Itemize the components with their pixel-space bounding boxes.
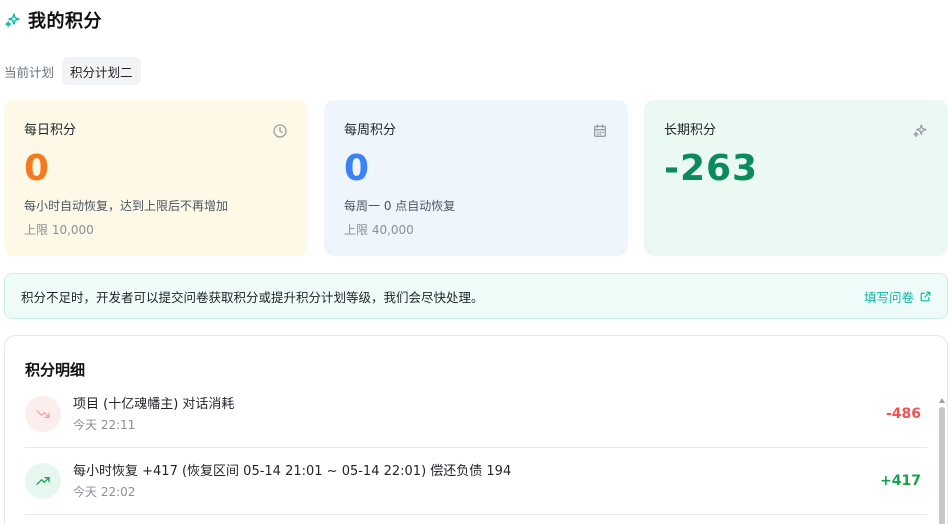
list-item: 每小时恢复 +417 (恢复区间 05-14 21:01 ~ 05-14 22:…: [25, 448, 927, 515]
daily-points-card: 每日积分 0 每小时自动恢复，达到上限后不再增加 上限 10,000: [4, 100, 308, 256]
notice-text: 积分不足时，开发者可以提交问卷获取积分或提升积分计划等级，我们会尽快处理。: [21, 289, 484, 305]
current-plan: 当前计划 积分计划二: [4, 57, 141, 85]
row-description: 项目 (十亿魂幡主) 对话消耗: [73, 396, 235, 412]
weekly-points-desc: 每周一 0 点自动恢复: [344, 199, 456, 213]
scroll-thumb[interactable]: [939, 407, 945, 524]
trend-down-icon: [25, 396, 61, 432]
long-term-points-title: 长期积分: [664, 123, 717, 138]
weekly-points-title: 每周积分: [344, 123, 397, 138]
row-amount: -486: [885, 406, 921, 422]
trend-up-icon: [25, 463, 61, 499]
long-term-points-value: -263: [664, 148, 759, 189]
fill-survey-link[interactable]: 填写问卷: [864, 287, 932, 306]
calendar-icon: [594, 124, 606, 137]
row-description: 每小时恢复 +417 (恢复区间 05-14 21:01 ~ 05-14 22:…: [73, 463, 512, 479]
scrollbar[interactable]: [939, 398, 945, 524]
daily-points-desc: 每小时自动恢复，达到上限后不再增加: [24, 199, 229, 213]
row-amount: +417: [880, 473, 921, 489]
notice-banner: 积分不足时，开发者可以提交问卷获取积分或提升积分计划等级，我们会尽快处理。 填写…: [4, 273, 948, 319]
row-time: 今天 22:11: [73, 417, 136, 432]
page-header: 我的积分: [4, 7, 102, 33]
daily-points-limit: 上限 10,000: [24, 223, 94, 237]
points-detail-panel: 积分明细 项目 (十亿魂幡主) 对话消耗 今天 22:11 -486 每小时恢复…: [4, 335, 948, 524]
list-item: 项目 (十亿魂幡主) 对话消耗 今天 22:11 -486: [25, 381, 927, 448]
weekly-points-limit: 上限 40,000: [344, 223, 414, 237]
page-title: 我的积分: [28, 11, 102, 32]
fill-survey-label: 填写问卷: [863, 289, 914, 305]
weekly-points-card: 每周积分 0 每周一 0 点自动恢复 上限 40,000: [324, 100, 628, 256]
scroll-up-arrow-icon[interactable]: [939, 398, 945, 403]
clock-icon: [273, 124, 287, 138]
daily-points-title: 每日积分: [24, 123, 77, 138]
long-term-points-card: 长期积分 -263: [644, 100, 948, 256]
external-link-icon: [920, 291, 931, 301]
points-detail-title: 积分明细: [25, 361, 86, 379]
weekly-points-value: 0: [344, 148, 371, 189]
daily-points-value: 0: [24, 148, 51, 189]
sparkle-icon: [5, 12, 20, 27]
row-time: 今天 22:02: [73, 484, 136, 499]
sparkle-icon: [913, 124, 927, 137]
plan-label: 当前计划: [4, 64, 55, 80]
plan-chip[interactable]: 积分计划二: [62, 57, 141, 85]
